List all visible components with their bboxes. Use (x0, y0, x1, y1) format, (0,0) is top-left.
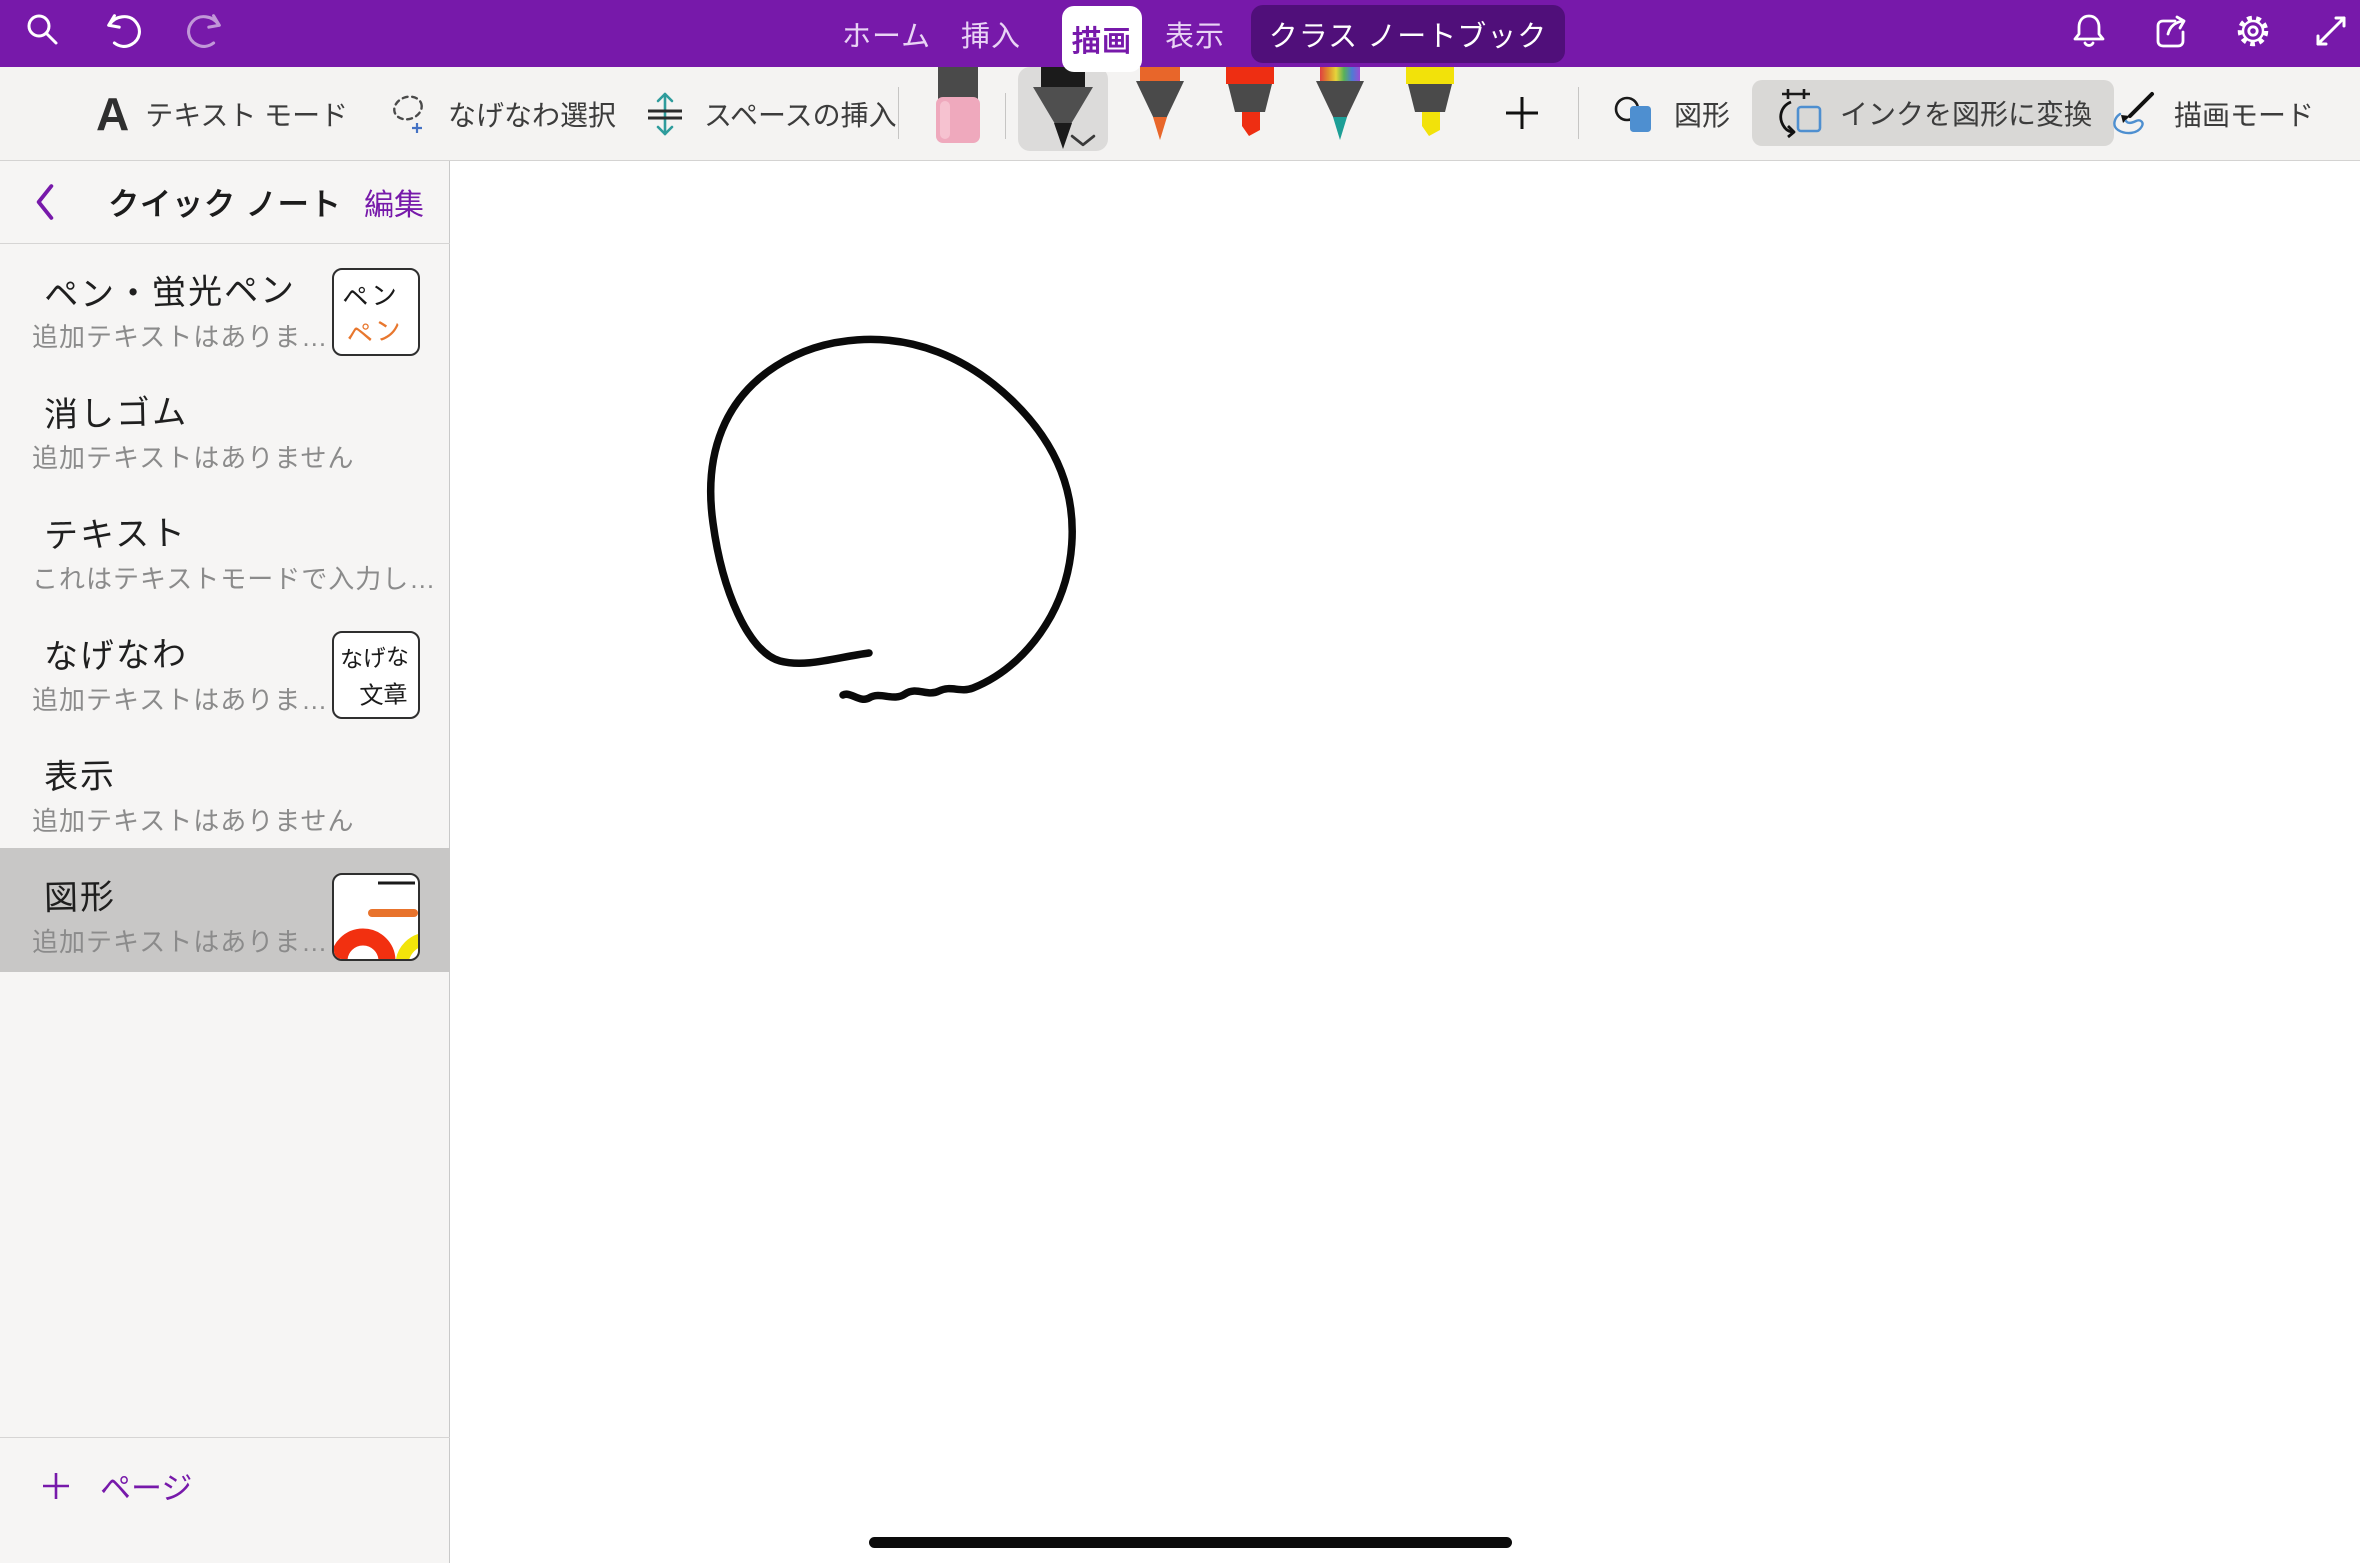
orange-pen-icon (1128, 67, 1192, 141)
home-indicator[interactable] (869, 1537, 1512, 1548)
thumbnail-shapes-preview (334, 875, 418, 959)
gear-icon (2233, 11, 2273, 51)
settings-button[interactable] (2232, 10, 2274, 52)
full-screen-button[interactable] (2310, 10, 2352, 52)
page-thumbnail: なげな 文章を (332, 631, 420, 719)
insert-space-icon (642, 91, 688, 137)
sidebar-header: クイック ノート 編集 (0, 160, 450, 244)
page-list-item[interactable]: 表示 追加テキストはありません (0, 727, 450, 848)
thumbnail-ink-text: なげな (339, 637, 410, 675)
page-list-sidebar: クイック ノート 編集 ペン・蛍光ペン 追加テキストはありま… ペン ペン 消し… (0, 160, 450, 1563)
page-title: なげなわ (44, 626, 189, 678)
search-icon (22, 11, 62, 51)
share-button[interactable] (2150, 10, 2192, 52)
lasso-select-label: なげなわ選択 (448, 94, 616, 134)
tab-draw[interactable]: 描画 (1062, 6, 1142, 72)
black-pen-tool-selected[interactable] (1018, 67, 1108, 151)
page-title: 表示 (43, 748, 116, 798)
tab-insert-label: 挿入 (961, 13, 1021, 55)
rainbow-pen-tool[interactable] (1308, 67, 1372, 146)
thumbnail-ink-text: ペン (344, 308, 407, 353)
toolbar-divider (898, 87, 899, 139)
page-title: 消しゴム (44, 384, 189, 436)
share-icon (2151, 11, 2191, 51)
lasso-select-button[interactable]: なげなわ選択 (386, 67, 616, 160)
search-button[interactable] (21, 10, 63, 52)
page-subtitle: 追加テキストはありま… (32, 922, 328, 959)
page-subtitle: 追加テキストはありません (32, 801, 354, 838)
add-page-button[interactable]: ページ (0, 1437, 450, 1533)
add-pen-button[interactable] (1500, 91, 1544, 135)
page-title: 図形 (43, 869, 116, 919)
page-list-item[interactable]: 消しゴム 追加テキストはありません (0, 364, 450, 485)
draw-mode-label: 描画モード (2174, 94, 2314, 134)
page-thumbnail (332, 873, 420, 961)
rainbow-pen-icon (1308, 67, 1372, 141)
yellow-highlighter-icon (1398, 67, 1462, 141)
pen-tray-divider (1005, 93, 1006, 139)
red-highlighter-tool[interactable] (1218, 67, 1282, 146)
ink-to-shape-label: インクを図形に変換 (1840, 93, 2092, 133)
redo-button[interactable] (184, 10, 226, 52)
tab-home[interactable]: ホーム (830, 0, 943, 67)
shapes-icon (1612, 91, 1658, 137)
drawing-canvas[interactable] (450, 160, 2360, 1563)
page-title: テキスト (44, 506, 188, 558)
page-title: ペン・蛍光ペン (44, 262, 297, 316)
redo-icon (184, 9, 226, 53)
page-subtitle: 追加テキストはありません (32, 438, 354, 475)
tab-home-label: ホーム (842, 13, 931, 55)
draw-mode-button[interactable]: 描画モード (2106, 67, 2314, 160)
tab-view-label: 表示 (1165, 13, 1225, 55)
tab-class-notebook-label: クラス ノートブック (1269, 13, 1547, 55)
tab-draw-label: 描画 (1072, 18, 1132, 60)
page-subtitle: 追加テキストはありま… (32, 317, 328, 354)
text-mode-label: テキスト モード (145, 94, 348, 134)
page-list-item-selected[interactable]: 図形 追加テキストはありま… (0, 848, 450, 972)
expand-icon (2311, 11, 2351, 51)
page-thumbnail: ペン ペン (332, 268, 420, 356)
ink-stroke-circle (450, 160, 2360, 1563)
plus-icon (1500, 91, 1544, 135)
bell-icon (2069, 11, 2109, 51)
draw-mode-icon (2106, 88, 2158, 140)
add-page-label: ページ (100, 1463, 192, 1508)
insert-space-button[interactable]: スペースの挿入 (642, 67, 897, 160)
insert-space-label: スペースの挿入 (704, 94, 897, 134)
edit-button[interactable]: 編集 (364, 160, 424, 243)
plus-icon (40, 1470, 72, 1502)
eraser-icon (928, 67, 988, 145)
thumbnail-ink-text: 文章を (359, 674, 419, 719)
red-highlighter-icon (1218, 67, 1282, 141)
page-list-item[interactable]: なげなわ 追加テキストはありま… なげな 文章を (0, 606, 450, 727)
orange-pen-tool[interactable] (1128, 67, 1192, 146)
ink-to-shape-button[interactable]: インクを図形に変換 (1752, 80, 2114, 146)
shapes-label: 図形 (1674, 94, 1730, 134)
page-subtitle: 追加テキストはありま… (32, 680, 328, 717)
notifications-button[interactable] (2068, 10, 2110, 52)
draw-toolbar: A テキスト モード なげなわ選択 スペースの挿入 (0, 67, 2360, 161)
shapes-button[interactable]: 図形 (1612, 67, 1730, 160)
text-mode-button[interactable]: A テキスト モード (96, 67, 348, 160)
chevron-down-icon (1070, 134, 1096, 147)
tab-class-notebook[interactable]: クラス ノートブック (1251, 5, 1565, 63)
undo-icon (102, 9, 144, 53)
page-list-item[interactable]: テキスト これはテキストモードで入力し… (0, 485, 450, 606)
yellow-highlighter-tool[interactable] (1398, 67, 1462, 146)
ink-to-shape-icon (1774, 87, 1826, 139)
tab-view[interactable]: 表示 (1153, 0, 1237, 67)
eraser-tool[interactable] (928, 67, 988, 150)
page-subtitle: これはテキストモードで入力し… (32, 559, 436, 596)
tab-insert[interactable]: 挿入 (949, 0, 1033, 67)
text-mode-icon: A (96, 87, 129, 141)
top-app-bar: ホーム 挿入 描画 表示 クラス ノートブック (0, 0, 2360, 67)
page-list-item[interactable]: ペン・蛍光ペン 追加テキストはありま… ペン ペン (0, 243, 450, 364)
lasso-icon (386, 91, 432, 137)
toolbar-divider (1578, 87, 1579, 139)
undo-button[interactable] (102, 10, 144, 52)
